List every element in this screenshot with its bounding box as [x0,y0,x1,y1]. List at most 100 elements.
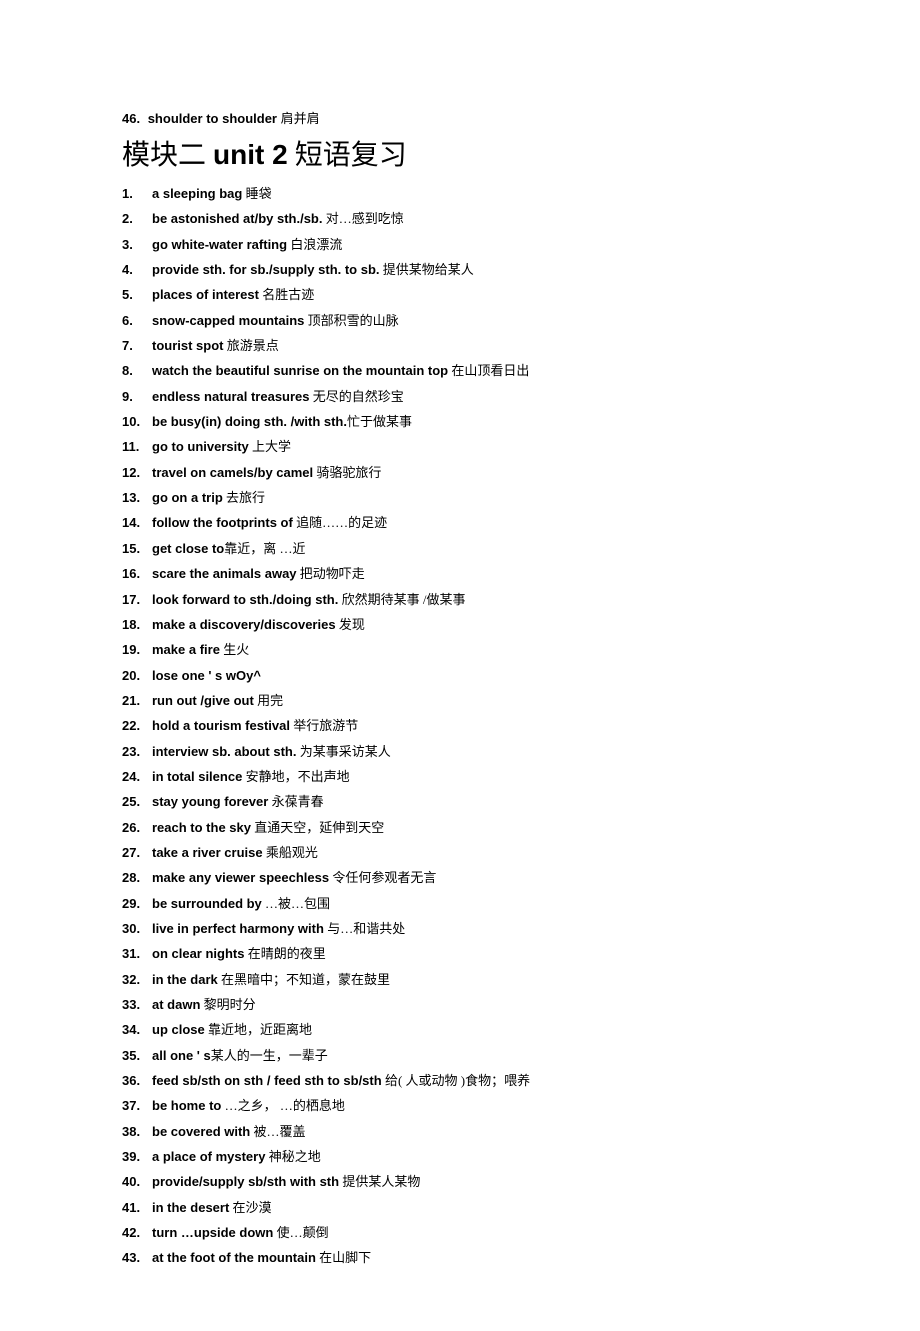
item-number: 25. [122,789,148,814]
item-chinese: 无尽的自然珍宝 [310,389,404,404]
item-english: be covered with [152,1124,250,1139]
intro-num: 46. [122,111,140,126]
phrase-list: 1.a sleeping bag 睡袋2.be astonished at/by… [122,181,798,1271]
item-number: 27. [122,840,148,865]
item-chinese: 欣然期待某事 /做某事 [338,592,465,607]
item-number: 10. [122,409,148,434]
item-chinese: 令任何参观者无言 [329,870,436,885]
item-english: snow-capped mountains [152,313,304,328]
item-number: 18. [122,612,148,637]
item-number: 23. [122,739,148,764]
item-english: at the foot of the mountain [152,1250,316,1265]
item-english: go on a trip [152,490,223,505]
item-english: feed sb/sth on sth / feed sth to sb/sth [152,1073,382,1088]
item-chinese: 发现 [336,617,365,632]
title-pre: 模块二 [122,140,213,171]
item-number: 20. [122,663,148,688]
item-english: be surrounded by [152,896,262,911]
list-item: 21.run out /give out 用完 [122,688,798,713]
item-english: in total silence [152,769,242,784]
list-item: 16.scare the animals away 把动物吓走 [122,561,798,586]
item-chinese: 上大学 [249,439,291,454]
item-number: 21. [122,688,148,713]
item-chinese: 对…感到吃惊 [322,211,403,226]
list-item: 1.a sleeping bag 睡袋 [122,181,798,206]
list-item: 18.make a discovery/discoveries 发现 [122,612,798,637]
item-english: be busy(in) doing sth. /with sth. [152,414,347,429]
item-number: 34. [122,1017,148,1042]
list-item: 43.at the foot of the mountain 在山脚下 [122,1245,798,1270]
item-english: a sleeping bag [152,186,242,201]
item-number: 5. [122,282,148,307]
item-number: 9. [122,384,148,409]
item-english: turn …upside down [152,1225,273,1240]
item-chinese: …被…包围 [262,896,330,911]
intro-english: shoulder to shoulder [148,111,277,126]
list-item: 25.stay young forever 永葆青春 [122,789,798,814]
item-number: 7. [122,333,148,358]
list-item: 34.up close 靠近地，近距离地 [122,1017,798,1042]
item-chinese: 安静地，不出声地 [242,769,349,784]
item-number: 26. [122,815,148,840]
item-english: be home to [152,1098,221,1113]
item-chinese: 举行旅游节 [290,718,358,733]
list-item: 22.hold a tourism festival 举行旅游节 [122,713,798,738]
item-chinese: …之乡， …的栖息地 [221,1098,345,1113]
item-chinese: 为某事采访某人 [296,744,390,759]
list-item: 20.lose one ' s wOy^ [122,663,798,688]
item-chinese: 骑骆驼旅行 [313,465,381,480]
item-number: 17. [122,587,148,612]
item-english: go white-water rafting [152,237,287,252]
list-item: 3.go white-water rafting 白浪漂流 [122,232,798,257]
item-chinese: 神秘之地 [265,1149,320,1164]
item-number: 12. [122,460,148,485]
item-english: look forward to sth./doing sth. [152,592,338,607]
list-item: 42. turn …upside down 使…颠倒 [122,1220,798,1245]
item-number: 32. [122,967,148,992]
item-number: 39. [122,1144,148,1169]
item-chinese: 给( 人或动物 )食物；喂养 [382,1073,530,1088]
list-item: 2.be astonished at/by sth./sb. 对…感到吃惊 [122,206,798,231]
item-english: up close [152,1022,205,1037]
item-chinese: 去旅行 [223,490,265,505]
list-item: 10.be busy(in) doing sth. /with sth.忙于做某… [122,409,798,434]
list-item: 35.all one ' s某人的一生，一辈子 [122,1043,798,1068]
item-number: 24. [122,764,148,789]
item-number: 16. [122,561,148,586]
item-number: 42. [122,1220,148,1245]
title-bold: unit 2 [213,139,288,170]
item-english: in the desert [152,1200,229,1215]
item-english: run out /give out [152,693,254,708]
list-item: 23.interview sb. about sth. 为某事采访某人 [122,739,798,764]
item-chinese: 使…颠倒 [273,1225,328,1240]
item-english: provide/supply sb/sth with sth [152,1174,339,1189]
item-english: make any viewer speechless [152,870,329,885]
item-chinese: 与…和谐共处 [324,921,405,936]
list-item: 32.in the dark 在黑暗中；不知道，蒙在鼓里 [122,967,798,992]
list-item: 39. a place of mystery 神秘之地 [122,1144,798,1169]
item-number: 6. [122,308,148,333]
list-item: 15.get close to靠近，离 …近 [122,536,798,561]
item-number: 30. [122,916,148,941]
item-number: 28. [122,865,148,890]
item-number: 29. [122,891,148,916]
item-chinese: 永葆青春 [268,794,323,809]
item-english: hold a tourism festival [152,718,290,733]
page-title: 模块二 unit 2 短语复习 [122,133,798,173]
item-english: a place of mystery [152,1149,265,1164]
item-chinese: 被…覆盖 [250,1124,305,1139]
item-number: 40. [122,1169,148,1194]
list-item: 24. in total silence 安静地，不出声地 [122,764,798,789]
item-chinese: 追随……的足迹 [293,515,387,530]
item-english: watch the beautiful sunrise on the mount… [152,363,448,378]
item-english: provide sth. for sb./supply sth. to sb. [152,262,380,277]
item-english: travel on camels/by camel [152,465,313,480]
item-number: 3. [122,232,148,257]
item-english: all one ' s [152,1048,211,1063]
item-chinese: 旅游景点 [224,338,279,353]
item-chinese: 某人的一生，一辈子 [211,1048,328,1063]
item-number: 43. [122,1245,148,1270]
item-english: places of interest [152,287,259,302]
list-item: 4.provide sth. for sb./supply sth. to sb… [122,257,798,282]
list-item: 12. travel on camels/by camel 骑骆驼旅行 [122,460,798,485]
